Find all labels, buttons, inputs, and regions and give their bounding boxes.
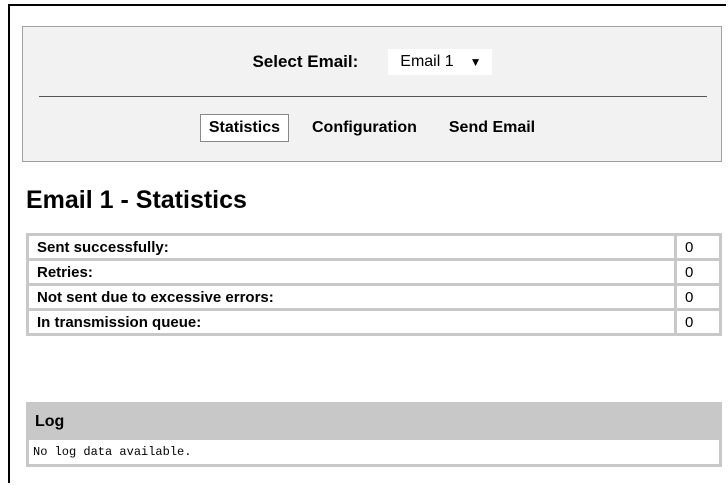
- tab-configuration[interactable]: Configuration: [303, 114, 426, 142]
- select-email-label: Select Email:: [252, 52, 359, 71]
- table-row: Retries: 0: [29, 261, 719, 283]
- stat-label: Retries:: [29, 261, 674, 283]
- stat-label: In transmission queue:: [29, 311, 674, 333]
- divider: [39, 96, 707, 97]
- stat-label: Sent successfully:: [29, 236, 674, 258]
- stat-label: Not sent due to excessive errors:: [29, 286, 674, 308]
- table-row: Sent successfully: 0: [29, 236, 719, 258]
- log-header: Log: [29, 402, 719, 440]
- log-message: No log data available.: [29, 440, 719, 464]
- stat-value: 0: [677, 236, 719, 258]
- log-section: Log No log data available.: [26, 402, 722, 467]
- tab-statistics[interactable]: Statistics: [199, 114, 289, 142]
- stat-value: 0: [677, 311, 719, 333]
- caret-down-icon: ▼: [469, 55, 482, 69]
- email-selector-row: Select Email: Email 1 ▼: [23, 49, 721, 75]
- tab-send-email[interactable]: Send Email: [440, 114, 544, 142]
- tab-bar: Statistics Configuration Send Email: [23, 114, 721, 142]
- table-row: In transmission queue: 0: [29, 311, 719, 333]
- page-title: Email 1 - Statistics: [26, 186, 247, 214]
- navigation-panel: Select Email: Email 1 ▼ Statistics Confi…: [22, 26, 722, 162]
- table-row: Not sent due to excessive errors: 0: [29, 286, 719, 308]
- email-select-dropdown[interactable]: Email 1 ▼: [388, 49, 492, 75]
- statistics-table: Sent successfully: 0 Retries: 0 Not sent…: [26, 233, 722, 336]
- email-select-value: Email 1: [400, 53, 454, 70]
- stat-value: 0: [677, 261, 719, 283]
- stat-value: 0: [677, 286, 719, 308]
